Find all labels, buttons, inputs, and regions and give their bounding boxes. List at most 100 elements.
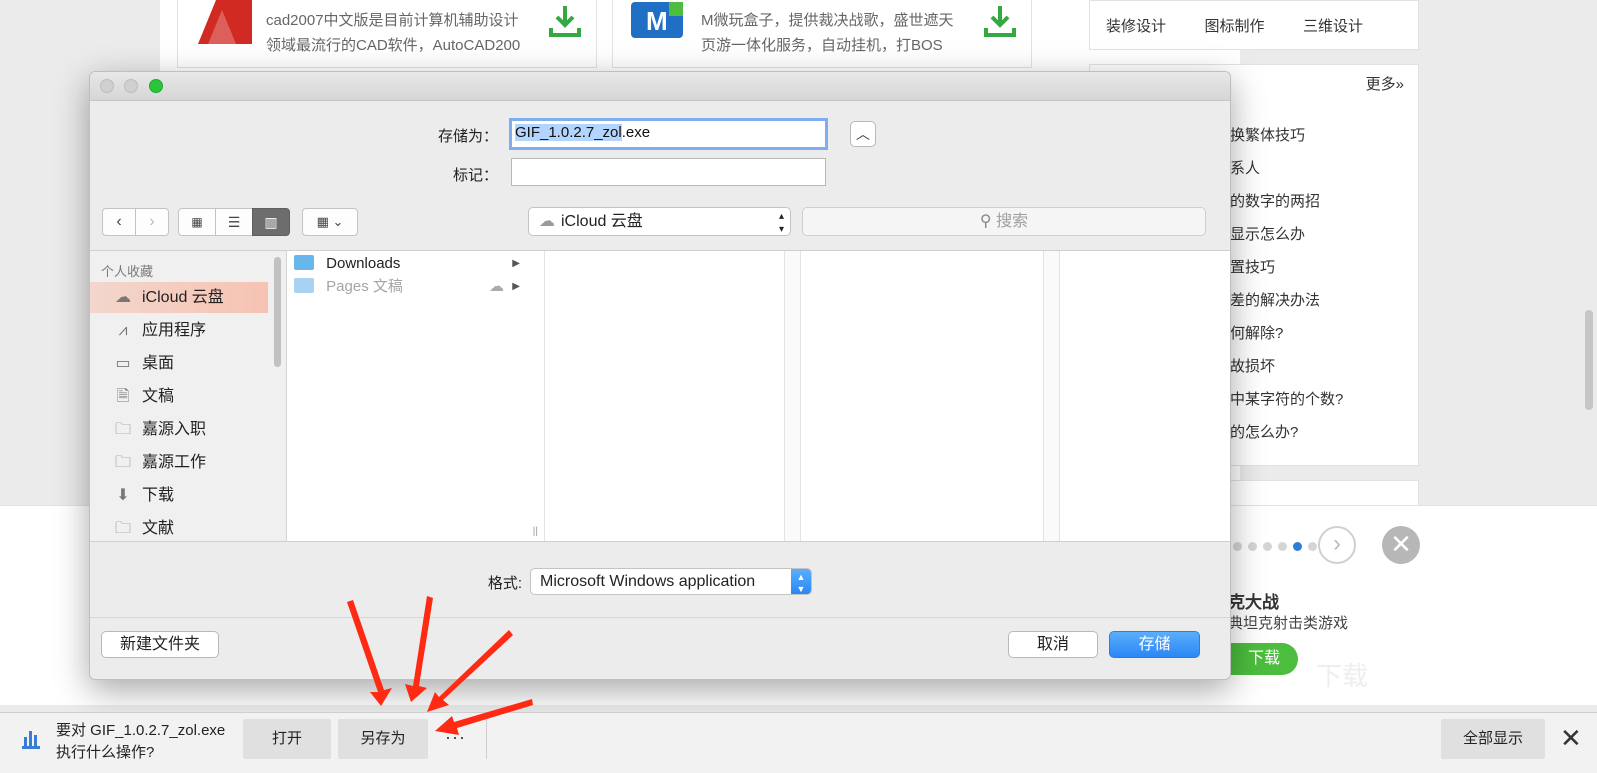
sidebar-item-label: iCloud 云盘: [142, 289, 224, 306]
more-options-icon[interactable]: ···: [445, 719, 466, 755]
search-field[interactable]: ⚲ 搜索: [802, 207, 1206, 236]
columns-icon: ▥: [264, 214, 278, 230]
download-icon[interactable]: [548, 4, 582, 38]
disclosure-arrow-icon: ▶: [512, 281, 520, 292]
card-desc-line: 页游一体化服务，自动挂机，打BOS: [701, 37, 943, 54]
tip-link[interactable]: 何解除?: [1230, 317, 1343, 350]
mwan-logo-icon: M: [631, 2, 683, 38]
grid-icon: ▦: [191, 215, 203, 229]
folder-row-pages[interactable]: Pages 文稿 ☁ ▶: [294, 276, 522, 298]
sidebar-item-folder[interactable]: 🗀 嘉源入职: [90, 414, 268, 445]
more-link[interactable]: 更多»: [1366, 73, 1404, 94]
tip-link[interactable]: 的怎么办?: [1230, 416, 1343, 449]
sidebar-item-applications[interactable]: ⩘ 应用程序: [90, 315, 268, 346]
browser-column: Downloads ▶ Pages 文稿 ☁ ▶ ||: [288, 251, 545, 541]
save-button[interactable]: 存储: [1109, 631, 1200, 658]
applications-icon: ⩘: [118, 322, 128, 339]
format-value: Microsoft Windows application: [540, 573, 756, 590]
file-name: Downloads: [326, 255, 401, 272]
dialog-titlebar: [90, 72, 1230, 101]
open-button[interactable]: 打开: [243, 719, 331, 759]
download-prompt: 要对 GIF_1.0.2.7_zol.exe 执行什么操作?: [56, 720, 225, 764]
tip-link[interactable]: 显示怎么办: [1230, 218, 1343, 251]
folder-row-downloads[interactable]: Downloads ▶: [294, 253, 522, 275]
ad-download-button[interactable]: 下载: [1230, 643, 1298, 675]
arrange-menu-button[interactable]: ▦ ⌄: [302, 208, 358, 236]
tag-link[interactable]: 装修设计: [1106, 15, 1166, 36]
download-prompt-line: 要对 GIF_1.0.2.7_zol.exe: [56, 722, 226, 739]
sidebar-item-documents[interactable]: 🗎 文稿: [90, 381, 268, 412]
save-as-button[interactable]: 另存为: [338, 719, 428, 759]
sidebar-item-label: 文献: [142, 520, 175, 537]
folder-icon: [294, 255, 314, 270]
software-card-cad[interactable]: cad2007中文版是目前计算机辅助设计 领域最流行的CAD软件，AutoCAD…: [177, 0, 597, 68]
cancel-button[interactable]: 取消: [1008, 631, 1098, 658]
software-card-mwan[interactable]: M M微玩盒子，提供裁决战歌，盛世遮天 页游一体化服务，自动挂机，打BOS: [612, 0, 1032, 68]
card-description: cad2007中文版是目前计算机辅助设计 领域最流行的CAD软件，AutoCAD…: [266, 8, 536, 58]
desktop-icon: ▭: [115, 355, 131, 372]
pages-folder-icon: [294, 278, 314, 293]
ad-title: 克大战: [1228, 593, 1279, 612]
sidebar-item-icloud[interactable]: ☁ iCloud 云盘: [90, 282, 268, 313]
tips-list: 换繁体技巧 系人 的数字的两招 显示怎么办 置技巧 差的解决办法 何解除? 故损…: [1230, 119, 1343, 449]
close-window-button[interactable]: [100, 79, 114, 93]
back-button[interactable]: ‹: [102, 208, 136, 236]
download-bar: 要对 GIF_1.0.2.7_zol.exe 执行什么操作? 打开 另存为 ··…: [0, 712, 1597, 773]
zoom-window-button[interactable]: [149, 79, 163, 93]
tip-link[interactable]: 差的解决办法: [1230, 284, 1343, 317]
tags-field[interactable]: [511, 158, 826, 186]
download-icon[interactable]: [983, 4, 1017, 38]
tip-link[interactable]: 置技巧: [1230, 251, 1343, 284]
format-popup[interactable]: Microsoft Windows application ▲ ▼: [530, 568, 812, 595]
page-scrollbar[interactable]: [1585, 310, 1593, 410]
list-view-button[interactable]: ☰: [215, 208, 253, 236]
divider: [486, 713, 487, 759]
browser-column-gutter: [785, 251, 801, 541]
cloud-icon: ☁: [115, 289, 131, 306]
card-desc-line: cad2007中文版是目前计算机辅助设计: [266, 12, 519, 29]
tip-link[interactable]: 中某字符的个数?: [1230, 383, 1343, 416]
cloud-download-icon: ☁: [489, 278, 504, 295]
svg-text:M: M: [646, 6, 668, 36]
carousel-next-icon[interactable]: ›: [1318, 526, 1356, 564]
show-all-button[interactable]: 全部显示: [1441, 719, 1545, 759]
filename-field[interactable]: GIF_1.0.2.7_zol.exe: [509, 118, 828, 150]
tip-link[interactable]: 换繁体技巧: [1230, 119, 1343, 152]
sidebar-item-folder[interactable]: 🗀 文献: [90, 513, 268, 544]
minimize-window-button[interactable]: [124, 79, 138, 93]
location-popup[interactable]: ☁ iCloud 云盘 ▴ ▾: [528, 207, 791, 236]
sidebar-item-desktop[interactable]: ▭ 桌面: [90, 348, 268, 379]
sidebar-heading: 个人收藏: [101, 264, 154, 279]
tip-link[interactable]: 系人: [1230, 152, 1343, 185]
chevron-up-icon: ︿: [856, 126, 870, 142]
close-icon[interactable]: ✕: [1560, 723, 1582, 753]
tag-link[interactable]: 三维设计: [1303, 15, 1363, 36]
cloud-icon: ☁: [539, 213, 555, 230]
browser-column: [801, 251, 1044, 541]
folder-icon: 🗀: [114, 421, 131, 438]
tip-link[interactable]: 故损坏: [1230, 350, 1343, 383]
ad-close-icon[interactable]: ✕: [1382, 526, 1420, 564]
new-folder-button[interactable]: 新建文件夹: [101, 631, 219, 658]
sidebar-item-downloads[interactable]: ⬇ 下载: [90, 480, 268, 511]
icon-view-button[interactable]: ▦: [178, 208, 216, 236]
card-desc-line: M微玩盒子，提供裁决战歌，盛世遮天: [701, 12, 954, 29]
sidebar-scrollbar[interactable]: [274, 257, 281, 367]
carousel-dots[interactable]: [1233, 538, 1323, 556]
collapse-dialog-button[interactable]: ︿: [850, 121, 876, 147]
sidebar-item-label: 嘉源入职: [142, 421, 207, 438]
file-name: Pages 文稿: [326, 278, 403, 295]
sidebar-item-folder[interactable]: 🗀 嘉源工作: [90, 447, 268, 478]
browser-column: [545, 251, 785, 541]
column-resize-handle[interactable]: ||: [533, 526, 538, 537]
browser-column-gutter: [1044, 251, 1060, 541]
folder-icon: 🗀: [114, 520, 131, 537]
tip-link[interactable]: 的数字的两招: [1230, 185, 1343, 218]
column-view-button[interactable]: ▥: [252, 208, 290, 236]
search-placeholder: 搜索: [996, 213, 1029, 230]
forward-button[interactable]: ›: [135, 208, 169, 236]
updown-arrows-icon: ▴ ▾: [778, 211, 784, 235]
filename-selected-text: GIF_1.0.2.7_zol: [515, 124, 622, 141]
save-dialog: 存储为： GIF_1.0.2.7_zol.exe ︿ 标记： ‹ › ▦ ☰ ▥…: [89, 71, 1231, 680]
tag-link[interactable]: 图标制作: [1204, 15, 1264, 36]
